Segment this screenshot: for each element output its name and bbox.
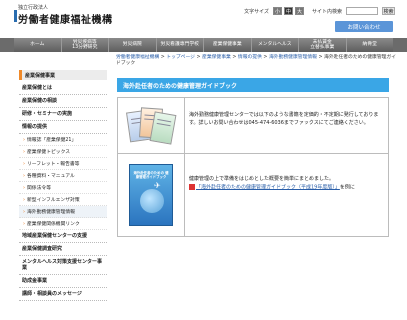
nav-item-wage-payment[interactable]: 未払賃金 立替払事業 [299,38,347,52]
sidebar-subitem-label: 関係法令等 [27,186,51,191]
arrow-right-icon: › [23,184,25,191]
guidebook-link[interactable]: 「海外赴任者のための健康管理ガイドブック（平成19年度版）」 [196,184,340,190]
sidebar: 産業保健事業 産業保健とは 産業保健の相談 研修・セミナーの実施 情報の提供 ›… [19,70,107,301]
sidebar-subitem-leaflets[interactable]: › リーフレット・報告書等 [19,158,107,170]
header-tools: 文字サイズ 小 中 大 サイト内検索 検索 [244,6,395,16]
arrow-right-icon: › [23,172,25,179]
sidebar-subitem-label: 海外勤務健康管理情報 [27,210,75,215]
sidebar-header: 産業保健事業 [19,70,107,80]
breadcrumb-item[interactable]: トップページ [166,55,195,60]
content-row: 海外勤務健康管理センターでは以下のような書籍を定価的・不定期に発行しております。… [118,98,388,154]
arrow-right-icon: › [23,220,25,227]
sidebar-subitem-overseas-health[interactable]: › 海外勤務健康管理情報 [19,206,107,218]
arrow-right-icon: › [23,208,25,215]
sidebar-subitem-label: 産業保健トピックス [27,150,71,155]
sidebar-item-about[interactable]: 産業保健とは [19,82,107,95]
breadcrumb-separator: > [261,55,269,60]
nav-item-research[interactable]: 労災疾病等 13分野研究 [61,38,109,52]
airplane-icon: ✈ [154,181,161,190]
sidebar-item-training[interactable]: 研修・セミナーの実施 [19,108,107,121]
breadcrumb-item[interactable]: 情報の提供 [238,55,262,60]
org-title: 労働者健康福祉機構 [18,15,113,26]
sidebar-subitem-laws[interactable]: › 関係法令等 [19,182,107,194]
sidebar-subitem-label: 産業保健関係機関リンク [27,222,80,227]
sidebar-subitem-materials[interactable]: › 各種資料・マニュアル [19,170,107,182]
nav-item-nursing-school[interactable]: 労災看護専門学校 [156,38,204,52]
nav-item-occupational-health[interactable]: 産業保健事業 [204,38,252,52]
breadcrumb-separator: > [194,55,203,60]
book-covers-icon [126,105,177,147]
font-size-small-button[interactable]: 小 [272,7,282,15]
breadcrumb-item[interactable]: 海外勤務健康管理情報 [269,55,317,60]
sidebar-subitem-links[interactable]: › 産業保健関係機関リンク [19,218,107,230]
global-nav: ホーム 労災疾病等 13分野研究 労災病院 労災看護専門学校 産業保健事業 メン… [0,38,407,52]
content-table: 海外勤務健康管理センターでは以下のような書籍を定価的・不定期に発行しております。… [117,97,389,237]
guidebook-image: 海外赴任者のための 健康管理ガイドブック ✈ [118,154,185,236]
guidebook-cover: 海外赴任者のための 健康管理ガイドブック ✈ [129,164,173,226]
sidebar-subitem-label: 情報誌「産業保健21」 [27,138,77,143]
sidebar-subitem-magazine[interactable]: › 情報誌「産業保健21」 [19,134,107,146]
font-size-label: 文字サイズ [244,8,269,15]
sidebar-item-subsidies[interactable]: 助成金事業 [19,275,107,288]
arrow-right-icon: › [23,160,25,167]
book-cover [149,110,177,145]
breadcrumb-item[interactable]: 労働者健康福祉機構 [116,55,159,60]
sidebar-subitem-label: 新型インフルエンザ対策 [27,198,80,203]
font-size-medium-button[interactable]: 中 [283,7,293,15]
contact-button[interactable]: お問い合わせ [335,21,393,32]
search-input[interactable] [346,7,378,15]
nav-item-home[interactable]: ホーム [14,38,62,52]
globe-icon [140,189,164,213]
breadcrumb-separator: > [230,55,238,60]
guidebook-intro: 健康管理の上で準備をはじめとした概要を簡単にまとめました。 [189,176,335,182]
sidebar-subitem-influenza[interactable]: › 新型インフルエンザ対策 [19,194,107,206]
breadcrumb-separator: > [316,55,325,60]
publications-image [118,98,185,153]
sidebar-item-mental-health-center[interactable]: メンタルヘルス対策支援センター事業 [19,256,107,275]
arrow-right-icon: › [23,148,25,155]
publications-description: 海外勤務健康管理センターでは以下のような書籍を定価的・不定期に発行しております。… [189,112,379,126]
sidebar-item-information[interactable]: 情報の提供 [19,121,107,134]
search-label: サイト内検索 [311,8,342,15]
content-row: 海外赴任者のための 健康管理ガイドブック ✈ 健康管理の上で準備をはじめとした概… [118,154,388,236]
org-subtitle: 独立行政法人 [18,5,49,11]
arrow-right-icon: › [23,196,25,203]
nav-item-mental-health[interactable]: メンタルヘルス [251,38,299,52]
sidebar-item-research[interactable]: 産業保健調査研究 [19,243,107,256]
nav-item-hospitals[interactable]: 労災病院 [109,38,157,52]
nav-item-ossuary[interactable]: 納骨堂 [346,38,393,52]
search-button[interactable]: 検索 [382,7,395,15]
sidebar-subitem-label: 各種資料・マニュアル [27,174,75,179]
font-size-large-button[interactable]: 大 [294,7,304,15]
guidebook-link-suffix: を例に [339,184,355,191]
arrow-right-icon: › [23,136,25,143]
sidebar-item-regional-support[interactable]: 地域産業保健センターの支援 [19,230,107,243]
breadcrumb-item[interactable]: 産業保健事業 [202,55,231,60]
sidebar-subitem-label: リーフレット・報告書等 [27,162,80,167]
site-header: 独立行政法人 労働者健康福祉機構 文字サイズ 小 中 大 サイト内検索 検索 お… [0,0,407,38]
sidebar-item-consultation[interactable]: 産業保健の相談 [19,95,107,108]
logo-mark-icon [14,10,17,22]
sidebar-item-lecturer-messages[interactable]: 講師・相談員のメッセージ [19,288,107,301]
sidebar-subitem-topics[interactable]: › 産業保健トピックス [19,146,107,158]
guidebook-description: 健康管理の上で準備をはじめとした概要を簡単にまとめました。 「海外赴任者のための… [185,154,388,236]
guidebook-cover-title: 海外赴任者のための 健康管理ガイドブック [133,171,169,180]
document-icon [189,183,195,190]
page-title: 海外赴任者のための健康管理ガイドブック [117,78,389,92]
breadcrumb: 労働者健康福祉機構 > トップページ > 産業保健事業 > 情報の提供 > 海外… [116,55,396,68]
